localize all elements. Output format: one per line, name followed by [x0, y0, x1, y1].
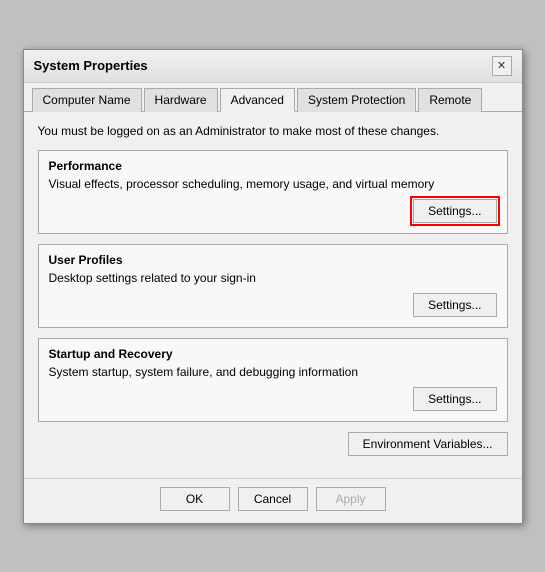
- tab-hardware[interactable]: Hardware: [144, 88, 218, 112]
- tab-remote[interactable]: Remote: [418, 88, 482, 112]
- startup-recovery-settings-button[interactable]: Settings...: [413, 387, 496, 411]
- cancel-button[interactable]: Cancel: [238, 487, 308, 511]
- user-profiles-desc: Desktop settings related to your sign-in: [49, 271, 497, 285]
- performance-btn-row: Settings...: [49, 199, 497, 223]
- user-profiles-section: User Profiles Desktop settings related t…: [38, 244, 508, 328]
- tab-bar: Computer Name Hardware Advanced System P…: [24, 83, 522, 112]
- performance-section: Performance Visual effects, processor sc…: [38, 150, 508, 234]
- startup-recovery-btn-row: Settings...: [49, 387, 497, 411]
- tab-advanced[interactable]: Advanced: [220, 88, 295, 112]
- close-button[interactable]: ✕: [492, 56, 512, 76]
- apply-button[interactable]: Apply: [316, 487, 386, 511]
- user-profiles-settings-button[interactable]: Settings...: [413, 293, 496, 317]
- env-btn-row: Environment Variables...: [38, 432, 508, 456]
- admin-note: You must be logged on as an Administrato…: [38, 124, 508, 138]
- content-area: You must be logged on as an Administrato…: [24, 112, 522, 478]
- startup-recovery-section: Startup and Recovery System startup, sys…: [38, 338, 508, 422]
- startup-recovery-desc: System startup, system failure, and debu…: [49, 365, 497, 379]
- footer: OK Cancel Apply: [24, 478, 522, 523]
- performance-title: Performance: [49, 159, 497, 173]
- environment-variables-button[interactable]: Environment Variables...: [348, 432, 508, 456]
- startup-recovery-title: Startup and Recovery: [49, 347, 497, 361]
- ok-button[interactable]: OK: [160, 487, 230, 511]
- performance-settings-button[interactable]: Settings...: [413, 199, 496, 223]
- tab-computer-name[interactable]: Computer Name: [32, 88, 142, 112]
- tab-system-protection[interactable]: System Protection: [297, 88, 416, 112]
- user-profiles-title: User Profiles: [49, 253, 497, 267]
- user-profiles-btn-row: Settings...: [49, 293, 497, 317]
- window-title: System Properties: [34, 58, 148, 73]
- title-bar: System Properties ✕: [24, 50, 522, 83]
- system-properties-window: System Properties ✕ Computer Name Hardwa…: [23, 49, 523, 524]
- performance-desc: Visual effects, processor scheduling, me…: [49, 177, 497, 191]
